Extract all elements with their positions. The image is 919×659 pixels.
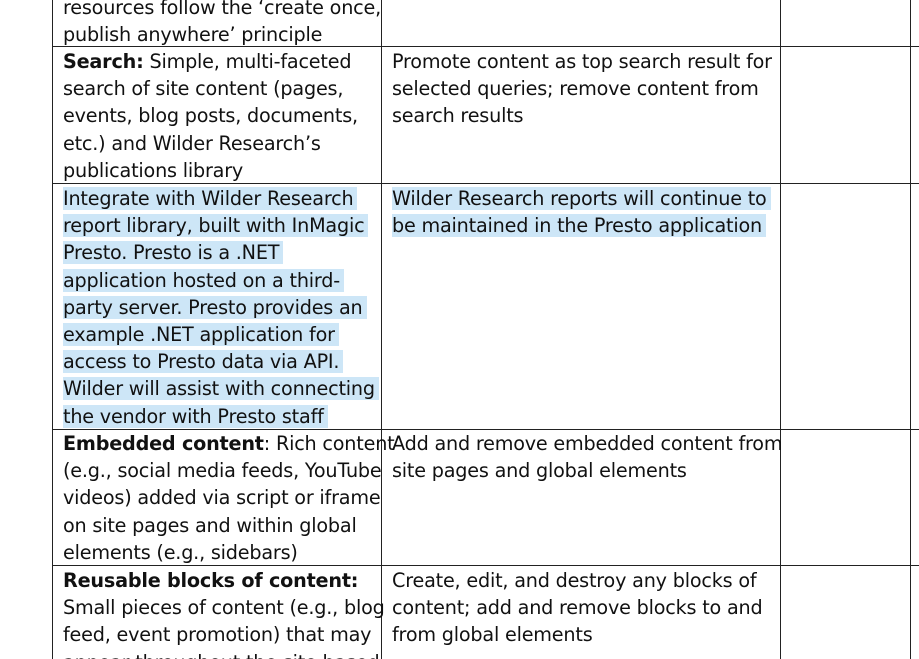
selected-text-line: be maintained in the Presto application [392, 214, 766, 238]
selected-text-line: application hosted on a third- [63, 268, 344, 292]
admin-line: search results [392, 104, 524, 128]
column-divider-1 [381, 0, 382, 659]
selected-text-line: the vendor with Presto staff [63, 404, 328, 428]
admin-line: selected queries; remove content from [392, 77, 759, 101]
admin-line: from global elements [392, 623, 593, 647]
requirement-line: publications library [63, 158, 244, 182]
requirement-cell-presto[interactable]: Integrate with Wilder Research report li… [63, 185, 379, 430]
requirement-line: resources follow the ‘create once, [63, 0, 382, 19]
requirement-line: etc.) and Wilder Research’s [63, 131, 321, 155]
requirement-line: (e.g., social media feeds, YouTube [63, 459, 382, 483]
requirement-label: Search: [63, 50, 144, 73]
requirement-text: Simple, multi-faceted [143, 50, 352, 73]
selected-text-line: Wilder Research reports will continue to [392, 187, 771, 210]
column-divider-2 [780, 0, 781, 659]
admin-cell-embedded[interactable]: Add and remove embedded content from sit… [392, 430, 783, 484]
selected-text-line: Integrate with Wilder Research [63, 187, 358, 210]
requirement-line: Small pieces of content (e.g., blog [63, 596, 385, 620]
admin-line: Promote content as top search result for [392, 50, 772, 73]
selected-text-line: party server. Presto provides an [63, 295, 367, 319]
requirement-line: videos) added via script or iframe [63, 486, 381, 510]
requirement-first-line: Embedded content: Rich content [63, 430, 395, 457]
requirement-cell-search[interactable]: Search: Simple, multi-faceted search of … [63, 48, 375, 184]
requirement-line: feed, event promotion) that may [63, 623, 372, 647]
table-border-left [52, 0, 53, 659]
requirement-cell-reusable-blocks[interactable]: Reusable blocks of content: Small pieces… [63, 567, 385, 659]
admin-cell-reusable-blocks[interactable]: Create, edit, and destroy any blocks of … [392, 567, 776, 649]
admin-line: Add and remove embedded content from [392, 432, 783, 455]
requirement-line: search of site content (pages, [63, 77, 344, 101]
selected-text-line: example .NET application for [63, 322, 339, 346]
requirement-line: elements (e.g., sidebars) [63, 540, 298, 564]
requirement-first-line: Search: Simple, multi-faceted [63, 48, 375, 75]
requirement-line: appear throughout the site based [63, 649, 380, 659]
requirement-cell-embedded[interactable]: Embedded content: Rich content (e.g., so… [63, 430, 395, 566]
requirement-text: : Rich content [263, 432, 395, 455]
admin-line: Create, edit, and destroy any blocks of [392, 569, 757, 592]
selected-text-line: Presto. Presto is a .NET [63, 241, 284, 265]
requirement-cell-continued[interactable]: resources follow the ‘create once, publi… [63, 0, 382, 48]
selected-text-line: report library, built with InMagic [63, 214, 369, 238]
admin-line: content; add and remove blocks to and [392, 596, 763, 620]
requirement-label: Embedded content [63, 432, 264, 455]
requirement-line: events, blog posts, documents, [63, 104, 358, 128]
admin-line: site pages and global elements [392, 459, 687, 483]
requirement-line: on site pages and within global [63, 513, 357, 537]
requirement-label: Reusable blocks of content: [63, 569, 359, 592]
requirement-line: publish anywhere’ principle [63, 23, 323, 47]
selected-text-line: access to Presto data via API. [63, 350, 344, 374]
admin-cell-search[interactable]: Promote content as top search result for… [392, 48, 776, 130]
selected-text-line: Wilder will assist with connecting [63, 377, 379, 401]
admin-cell-presto[interactable]: Wilder Research reports will continue to… [392, 185, 776, 239]
document-page: resources follow the ‘create once, publi… [0, 0, 919, 659]
column-divider-3 [910, 0, 911, 659]
